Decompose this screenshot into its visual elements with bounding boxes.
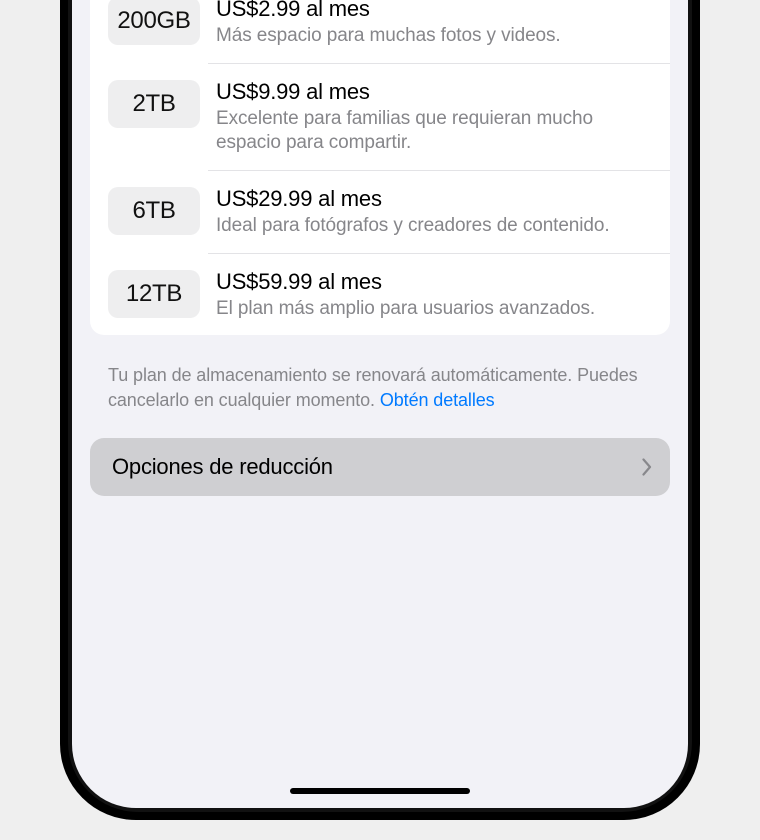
plan-price: US$9.99 al mes — [216, 79, 652, 105]
plans-card: 200GB US$2.99 al mes Más espacio para mu… — [90, 0, 670, 335]
plan-price: US$29.99 al mes — [216, 186, 652, 212]
plan-desc: Más espacio para muchas fotos y videos. — [216, 24, 652, 49]
plan-row-200gb[interactable]: 200GB US$2.99 al mes Más espacio para mu… — [90, 0, 670, 63]
phone-frame: 200GB US$2.99 al mes Más espacio para mu… — [60, 0, 700, 820]
screen: 200GB US$2.99 al mes Más espacio para mu… — [72, 0, 688, 808]
plan-info: US$59.99 al mes El plan más amplio para … — [216, 267, 652, 322]
phone-inner: 200GB US$2.99 al mes Más espacio para mu… — [68, 0, 692, 812]
downgrade-label: Opciones de reducción — [112, 454, 333, 480]
plan-info: US$29.99 al mes Ideal para fotógrafos y … — [216, 184, 652, 239]
downgrade-options-button[interactable]: Opciones de reducción — [90, 438, 670, 496]
plan-desc: Excelente para familias que requieran mu… — [216, 107, 652, 156]
plan-size-badge: 200GB — [108, 0, 200, 45]
footer-note: Tu plan de almacenamiento se renovará au… — [108, 363, 652, 412]
plan-row-2tb[interactable]: 2TB US$9.99 al mes Excelente para famili… — [90, 63, 670, 170]
plan-row-6tb[interactable]: 6TB US$29.99 al mes Ideal para fotógrafo… — [90, 170, 670, 253]
footer-text: Tu plan de almacenamiento se renovará au… — [108, 365, 638, 409]
plan-size-badge: 6TB — [108, 187, 200, 235]
home-indicator[interactable] — [290, 788, 470, 794]
plan-info: US$9.99 al mes Excelente para familias q… — [216, 77, 652, 156]
plan-price: US$2.99 al mes — [216, 0, 652, 22]
plan-desc: Ideal para fotógrafos y creadores de con… — [216, 214, 652, 239]
plan-size-badge: 2TB — [108, 80, 200, 128]
plan-desc: El plan más amplio para usuarios avanzad… — [216, 297, 652, 322]
plan-row-12tb[interactable]: 12TB US$59.99 al mes El plan más amplio … — [90, 253, 670, 336]
chevron-right-icon — [642, 458, 652, 476]
plan-size-badge: 12TB — [108, 270, 200, 318]
plan-info: US$2.99 al mes Más espacio para muchas f… — [216, 0, 652, 49]
details-link[interactable]: Obtén detalles — [380, 390, 495, 410]
plan-price: US$59.99 al mes — [216, 269, 652, 295]
